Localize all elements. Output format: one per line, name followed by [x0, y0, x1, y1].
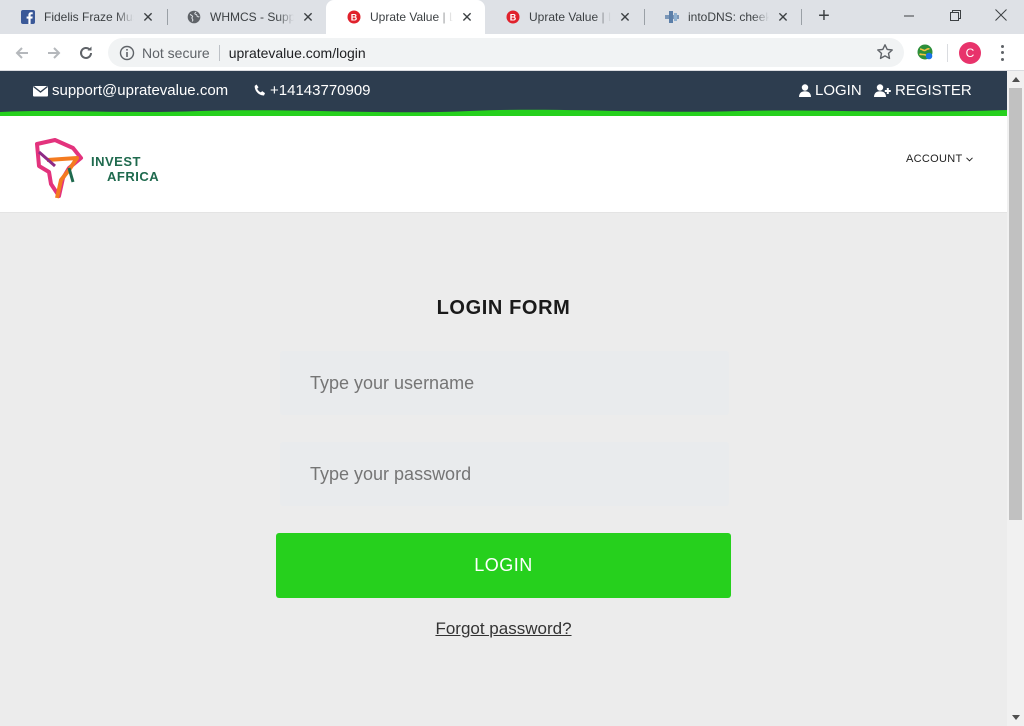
svg-text:B: B [351, 13, 358, 23]
new-tab-button[interactable]: + [812, 5, 836, 29]
top-register-link[interactable]: REGISTER [874, 82, 972, 99]
reload-button[interactable] [73, 40, 99, 66]
window-close-button[interactable] [978, 0, 1024, 30]
contact-topbar: support@upratevalue.com +14143770909 LOG… [0, 71, 1007, 116]
close-icon[interactable]: ✕ [300, 9, 316, 25]
uprate-favicon: B [346, 9, 362, 25]
security-label: Not secure [142, 44, 210, 61]
page-viewport: support@upratevalue.com +14143770909 LOG… [0, 71, 1024, 726]
top-register-label: REGISTER [895, 82, 972, 99]
restore-button[interactable] [932, 0, 978, 30]
reload-icon [80, 46, 92, 59]
password-input[interactable] [280, 442, 729, 506]
support-email: support@upratevalue.com [52, 82, 229, 99]
bookmark-star-icon[interactable] [876, 43, 894, 61]
page-scrollbar[interactable] [1007, 71, 1024, 726]
africa-map-logo-icon [35, 138, 83, 199]
tab-intodns[interactable]: intoDNS: cheekyp ✕ [644, 0, 801, 34]
scroll-thumb[interactable] [1009, 88, 1022, 520]
close-icon[interactable]: ✕ [140, 9, 156, 25]
svg-text:B: B [510, 13, 517, 23]
facebook-icon [20, 9, 36, 25]
top-login-label: LOGIN [815, 82, 862, 99]
tab-title: Uprate Value | Login [370, 10, 453, 24]
user-icon [799, 84, 811, 97]
back-arrow-icon [15, 47, 28, 59]
tab-whmcs[interactable]: WHMCS - Support ✕ [166, 0, 326, 34]
browser-menu-icon[interactable] [994, 43, 1010, 63]
address-bar[interactable]: Not secure upratevalue.com/login [108, 38, 904, 67]
top-login-link[interactable]: LOGIN [799, 82, 862, 99]
phone-icon [254, 84, 265, 96]
tab-title: intoDNS: cheekyp [688, 10, 769, 24]
close-icon[interactable]: ✕ [775, 9, 791, 25]
envelope-icon [33, 85, 48, 96]
account-label: ACCOUNT [906, 153, 963, 165]
forward-button[interactable] [41, 40, 67, 66]
tab-fidelis[interactable]: Fidelis Fraze Musa ✕ [0, 0, 166, 34]
scroll-down-arrow-icon[interactable] [1007, 709, 1024, 726]
back-button[interactable] [9, 40, 35, 66]
forgot-password-label: Forgot password? [435, 619, 572, 638]
globe-icon [186, 9, 202, 25]
logo-line-africa: AFRICA [107, 169, 160, 184]
tab-title: Fidelis Fraze Musa [44, 10, 134, 24]
tab-uprate[interactable]: B Uprate Value | Login ✕ [485, 0, 643, 34]
support-phone: +14143770909 [270, 82, 371, 99]
browser-tabstrip: Fidelis Fraze Musa ✕ WHMCS - Support ✕ B… [0, 0, 1024, 34]
tab-uprate-active[interactable]: B Uprate Value | Login ✕ [326, 0, 485, 34]
scroll-up-arrow-icon[interactable] [1007, 71, 1024, 88]
username-input[interactable] [280, 351, 729, 415]
tab-title: WHMCS - Support [210, 10, 294, 24]
uprate-favicon: B [505, 9, 521, 25]
login-form-title: LOGIN FORM [436, 297, 571, 319]
forgot-password-link[interactable]: Forgot password? [0, 619, 1007, 639]
account-menu[interactable]: ACCOUNT [906, 153, 973, 165]
invest-africa-logo[interactable]: INVEST AFRICA [33, 138, 165, 200]
close-icon[interactable]: ✕ [617, 9, 633, 25]
forward-arrow-icon [48, 47, 61, 59]
minimize-button[interactable] [886, 0, 932, 30]
profile-avatar[interactable]: C [959, 42, 981, 64]
url-text[interactable]: upratevalue.com/login [229, 45, 366, 61]
user-plus-icon [874, 84, 891, 97]
intodns-icon [664, 9, 680, 25]
browser-toolbar: Not secure upratevalue.com/login C [0, 34, 1024, 71]
tab-divider [801, 9, 802, 25]
chevron-down-icon [965, 156, 973, 162]
extension-globe-icon[interactable] [916, 43, 934, 61]
site-header: INVEST AFRICA ACCOUNT [0, 116, 1007, 213]
support-phone-link[interactable]: +14143770909 [254, 82, 371, 99]
logo-line-invest: INVEST [91, 154, 141, 169]
tab-title: Uprate Value | Login [529, 10, 611, 24]
close-icon[interactable]: ✕ [459, 9, 475, 25]
support-email-link[interactable]: support@upratevalue.com [33, 82, 228, 99]
info-icon[interactable] [119, 45, 135, 61]
green-wave-divider [0, 109, 1007, 116]
login-submit-button[interactable]: LOGIN [276, 533, 731, 598]
omnibox-divider [218, 44, 220, 61]
toolbar-divider [947, 44, 948, 62]
